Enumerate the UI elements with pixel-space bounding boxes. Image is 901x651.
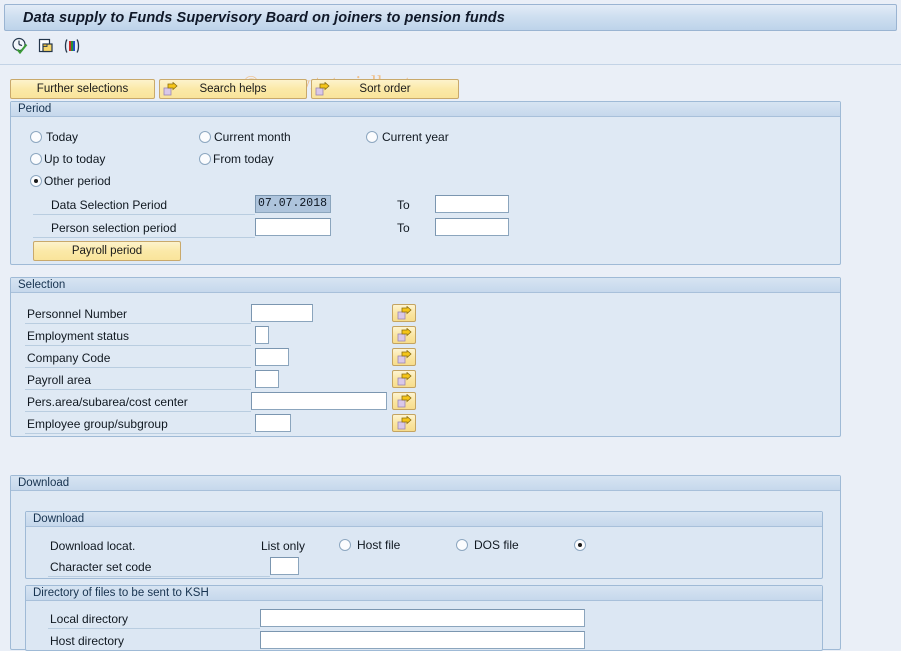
row-separator [48, 576, 270, 577]
row-separator [25, 323, 251, 324]
row-separator [25, 389, 251, 390]
payroll-period-button[interactable]: Payroll period [33, 241, 181, 261]
character-set-code-field[interactable] [270, 557, 299, 575]
copy-document-icon[interactable] [37, 37, 55, 55]
radio-dos-file-label[interactable]: DOS file [474, 539, 519, 552]
row-separator [33, 237, 255, 238]
arrow-right-icon [163, 81, 178, 100]
person-selection-period-from-field[interactable] [255, 218, 331, 236]
page-title: Data supply to Funds Supervisory Board o… [23, 9, 505, 26]
radio-up-to-today-label[interactable]: Up to today [44, 153, 105, 166]
radio-from-today[interactable] [199, 153, 211, 165]
employee-group-subgroup-label: Employee group/subgroup [27, 417, 168, 431]
row-separator [25, 345, 251, 346]
radio-up-to-today[interactable] [30, 153, 42, 165]
multi-select-arrow-icon [397, 349, 412, 363]
radio-current-year-label[interactable]: Current year [382, 131, 449, 144]
selection-button-row: Further selections Search helps Sort ord… [10, 79, 459, 99]
employment-status-multi-select-button[interactable] [392, 326, 416, 344]
download-subpanel-header: Download [26, 512, 822, 527]
radio-current-month[interactable] [199, 131, 211, 143]
radio-today[interactable] [30, 131, 42, 143]
download-panel-body: Download Download locat. List only Host … [11, 491, 840, 651]
period-panel-body: Today Current month Current year Up to t… [11, 117, 840, 263]
download-locat-label: Download locat. [50, 539, 136, 553]
search-helps-button[interactable]: Search helps [159, 79, 307, 99]
character-set-code-label: Character set code [50, 560, 152, 574]
company-code-label: Company Code [27, 351, 111, 365]
period-panel-header: Period [11, 102, 840, 117]
person-selection-period-to-label: To [397, 221, 410, 235]
period-panel: Period Today Current month Current year … [10, 101, 841, 265]
person-selection-period-to-field[interactable] [435, 218, 509, 236]
row-separator [25, 433, 251, 434]
person-selection-period-label: Person selection period [51, 221, 177, 235]
download-subpanel-body: Download locat. List only Host file DOS … [26, 527, 822, 577]
list-only-label: List only [261, 539, 306, 553]
radio-current-year[interactable] [366, 131, 378, 143]
row-separator [25, 367, 251, 368]
payroll-area-field[interactable] [255, 370, 279, 388]
row-separator [48, 628, 260, 629]
company-code-multi-select-button[interactable] [392, 348, 416, 366]
multi-select-arrow-icon [397, 415, 412, 429]
multi-select-arrow-icon [397, 393, 412, 407]
directory-subpanel: Directory of files to be sent to KSH Loc… [25, 585, 823, 651]
radio-host-file-label[interactable]: Host file [357, 539, 400, 552]
directory-subpanel-body: Local directory Host directory [26, 601, 822, 649]
toolbar-icon-group [11, 37, 81, 55]
search-helps-label: Search helps [199, 83, 267, 95]
radio-from-today-label[interactable]: From today [213, 153, 274, 166]
radio-current-month-label[interactable]: Current month [214, 131, 291, 144]
selection-panel-header: Selection [11, 278, 840, 293]
sort-order-button[interactable]: Sort order [311, 79, 459, 99]
row-separator [33, 214, 255, 215]
data-selection-period-label: Data Selection Period [51, 198, 168, 212]
radio-dos-file[interactable] [456, 539, 468, 551]
download-panel-header: Download [11, 476, 840, 491]
further-selections-button[interactable]: Further selections [10, 79, 155, 99]
personnel-number-label: Personnel Number [27, 307, 128, 321]
personnel-number-field[interactable] [251, 304, 313, 322]
download-panel: Download Download Download locat. List o… [10, 475, 841, 651]
selection-panel-body: Personnel Number Employment status Compa… [11, 293, 840, 435]
sort-order-label: Sort order [359, 83, 411, 95]
arrow-right-icon [315, 81, 330, 100]
radio-other-period[interactable] [30, 175, 42, 187]
radio-other-period-label[interactable]: Other period [44, 175, 111, 188]
data-selection-period-to-field[interactable] [435, 195, 509, 213]
employment-status-field[interactable] [255, 326, 269, 344]
pers-area-multi-select-button[interactable] [392, 392, 416, 410]
employee-group-subgroup-multi-select-button[interactable] [392, 414, 416, 432]
color-bars-icon[interactable] [63, 37, 81, 55]
multi-select-arrow-icon [397, 327, 412, 341]
data-selection-period-from-field[interactable]: 07.07.2018 [255, 195, 331, 213]
local-directory-label: Local directory [50, 612, 129, 626]
radio-host-file[interactable] [339, 539, 351, 551]
execute-clock-check-icon[interactable] [11, 37, 29, 55]
pers-area-subarea-cost-center-label: Pers.area/subarea/cost center [27, 395, 188, 409]
data-selection-period-to-label: To [397, 198, 410, 212]
further-selections-label: Further selections [36, 83, 129, 95]
payroll-area-label: Payroll area [27, 373, 92, 387]
company-code-field[interactable] [255, 348, 289, 366]
payroll-area-multi-select-button[interactable] [392, 370, 416, 388]
personnel-number-multi-select-button[interactable] [392, 304, 416, 322]
local-directory-field[interactable] [260, 609, 585, 627]
application-toolbar: © www.tutorialkart.com [0, 33, 901, 95]
employment-status-label: Employment status [27, 329, 130, 343]
directory-subpanel-header: Directory of files to be sent to KSH [26, 586, 822, 601]
multi-select-arrow-icon [397, 305, 412, 319]
employee-group-subgroup-field[interactable] [255, 414, 291, 432]
host-directory-field[interactable] [260, 631, 585, 649]
multi-select-arrow-icon [397, 371, 412, 385]
payroll-period-label: Payroll period [71, 245, 143, 257]
radio-list-only-selected[interactable] [574, 539, 586, 551]
row-separator [25, 411, 251, 412]
radio-today-label[interactable]: Today [46, 131, 78, 144]
pers-area-subarea-cost-center-field[interactable] [251, 392, 387, 410]
download-subpanel: Download Download locat. List only Host … [25, 511, 823, 579]
selection-panel: Selection Personnel Number Employment st… [10, 277, 841, 437]
window-title-bar: Data supply to Funds Supervisory Board o… [4, 4, 897, 31]
